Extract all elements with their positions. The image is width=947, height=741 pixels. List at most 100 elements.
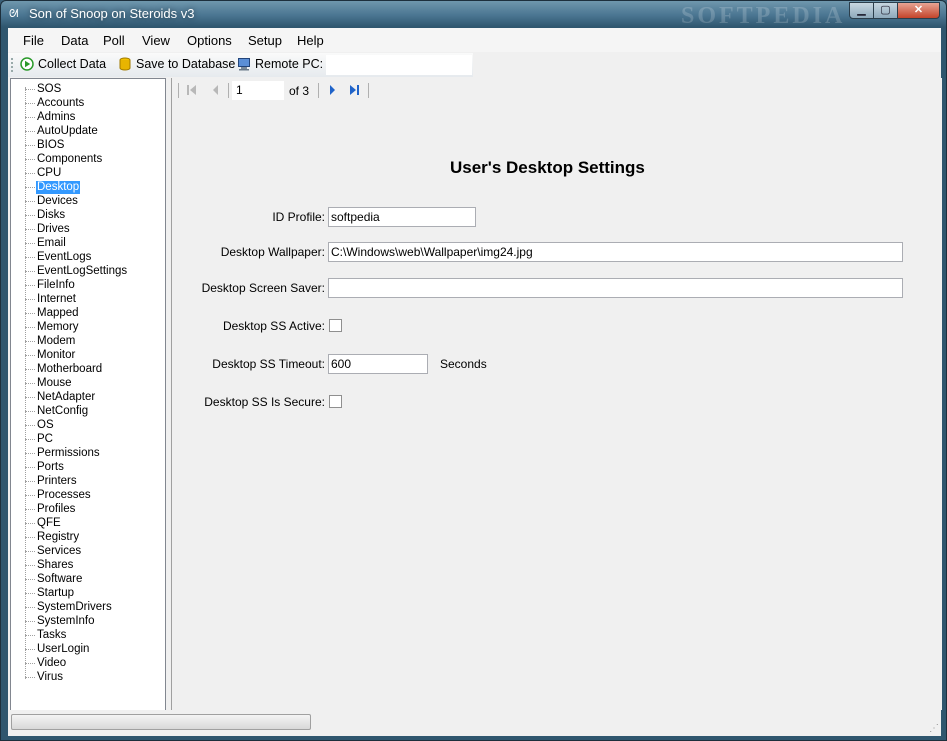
tree-item-shares[interactable]: Shares [25,558,74,572]
tree-item-qfe[interactable]: QFE [25,516,62,530]
tree-item-label: Components [37,152,103,165]
tree-item-eventlogs[interactable]: EventLogs [25,250,92,264]
tree-item-cpu[interactable]: CPU [25,166,62,180]
tree-item-video[interactable]: Video [25,656,67,670]
remote-pc-input[interactable] [326,55,472,75]
tree-connector [25,88,35,90]
tree-connector [25,634,35,636]
ss-active-checkbox[interactable] [329,319,342,332]
tree-connector [25,186,35,188]
menu-poll[interactable]: Poll [103,33,125,48]
tree-item-label: Monitor [37,348,76,361]
first-record-icon[interactable] [186,84,198,96]
tree-item-label: Startup [37,586,75,599]
tree-item-disks[interactable]: Disks [25,208,66,222]
app-window: ᘛ Son of Snoop on Steroids v3 SOFTPEDIA … [0,0,947,741]
screensaver-field[interactable] [328,278,903,298]
tree-item-label: Services [37,544,82,557]
toolbar-grip[interactable] [11,58,16,72]
tree-connector [25,326,35,328]
tree-item-virus[interactable]: Virus [25,670,64,684]
tree-item-modem[interactable]: Modem [25,334,76,348]
tree-item-label: Accounts [37,96,85,109]
tree-item-label: AutoUpdate [37,124,98,137]
close-button[interactable]: ✕ [897,2,940,19]
tree-item-memory[interactable]: Memory [25,320,80,334]
tree-connector [25,550,35,552]
maximize-button[interactable]: ▢ [873,2,898,19]
tree-item-autoupdate[interactable]: AutoUpdate [25,124,99,138]
minimize-button[interactable]: ▁ [849,2,874,19]
tree-item-email[interactable]: Email [25,236,67,250]
collect-data-button[interactable]: Collect Data [20,57,106,71]
menu-file[interactable]: File [23,33,44,48]
remote-pc-label: Remote PC: [255,57,324,71]
tree-item-ports[interactable]: Ports [25,460,65,474]
tree-item-netadapter[interactable]: NetAdapter [25,390,96,404]
tree-item-registry[interactable]: Registry [25,530,80,544]
tree-item-pc[interactable]: PC [25,432,54,446]
tree-connector [25,368,35,370]
tree-item-startup[interactable]: Startup [25,586,75,600]
tree-item-label: UserLogin [37,642,90,655]
tree-item-devices[interactable]: Devices [25,194,79,208]
tree-item-sos[interactable]: SOS [25,82,62,96]
ss-timeout-unit: Seconds [440,357,487,371]
tree-item-label: Printers [37,474,77,487]
tree-item-motherboard[interactable]: Motherboard [25,362,103,376]
next-record-icon[interactable] [326,84,338,96]
tree-item-netconfig[interactable]: NetConfig [25,404,89,418]
resize-grip-icon[interactable]: ⋰ [929,723,939,734]
tree-item-mouse[interactable]: Mouse [25,376,73,390]
tree-item-eventlogsettings[interactable]: EventLogSettings [25,264,128,278]
tree-item-systeminfo[interactable]: SystemInfo [25,614,96,628]
tree-item-label: EventLogs [37,250,92,263]
tree-connector [25,172,35,174]
tree-item-components[interactable]: Components [25,152,103,166]
tree-item-fileinfo[interactable]: FileInfo [25,278,76,292]
title-bar[interactable]: ᘛ Son of Snoop on Steroids v3 SOFTPEDIA … [1,1,946,29]
menu-help[interactable]: Help [297,33,324,48]
tree-item-internet[interactable]: Internet [25,292,77,306]
tree-connector [25,578,35,580]
tree-item-label: OS [37,418,54,431]
tree-item-profiles[interactable]: Profiles [25,502,76,516]
tree-connector [25,648,35,650]
tree-item-processes[interactable]: Processes [25,488,92,502]
previous-record-icon[interactable] [210,84,222,96]
tree-item-label: Motherboard [37,362,103,375]
tree-item-desktop[interactable]: Desktop [25,180,81,194]
tree-item-tasks[interactable]: Tasks [25,628,67,642]
tree-item-admins[interactable]: Admins [25,110,76,124]
id-profile-field[interactable]: softpedia [328,207,476,227]
tree-item-accounts[interactable]: Accounts [25,96,85,110]
tree-item-mapped[interactable]: Mapped [25,306,80,320]
save-to-database-button[interactable]: Save to Database [118,57,235,71]
page-number-input[interactable]: 1 [232,81,284,100]
tree-item-drives[interactable]: Drives [25,222,71,236]
tree-item-printers[interactable]: Printers [25,474,78,488]
tree-item-userlogin[interactable]: UserLogin [25,642,90,656]
wallpaper-field[interactable]: C:\Windows\web\Wallpaper\img24.jpg [328,242,903,262]
tree-item-bios[interactable]: BIOS [25,138,65,152]
menu-setup[interactable]: Setup [248,33,282,48]
category-tree[interactable]: SOS Accounts Admins AutoUpdate BIOS Component… [10,78,166,712]
tree-item-systemdrivers[interactable]: SystemDrivers [25,600,113,614]
ss-secure-label: Desktop SS Is Secure: [204,395,325,409]
menu-data[interactable]: Data [61,33,88,48]
ss-timeout-label: Desktop SS Timeout: [212,357,325,371]
tree-item-label: NetConfig [37,404,89,417]
tree-item-monitor[interactable]: Monitor [25,348,76,362]
tree-item-permissions[interactable]: Permissions [25,446,101,460]
menu-options[interactable]: Options [187,33,232,48]
tree-item-os[interactable]: OS [25,418,55,432]
tree-item-services[interactable]: Services [25,544,82,558]
horizontal-scrollbar[interactable] [11,714,311,730]
ss-timeout-field[interactable]: 600 [328,354,428,374]
tree-connector [25,158,35,160]
tree-item-software[interactable]: Software [25,572,83,586]
last-record-icon[interactable] [348,84,360,96]
menu-view[interactable]: View [142,33,170,48]
tree-item-label: Shares [37,558,74,571]
ss-secure-checkbox[interactable] [329,395,342,408]
